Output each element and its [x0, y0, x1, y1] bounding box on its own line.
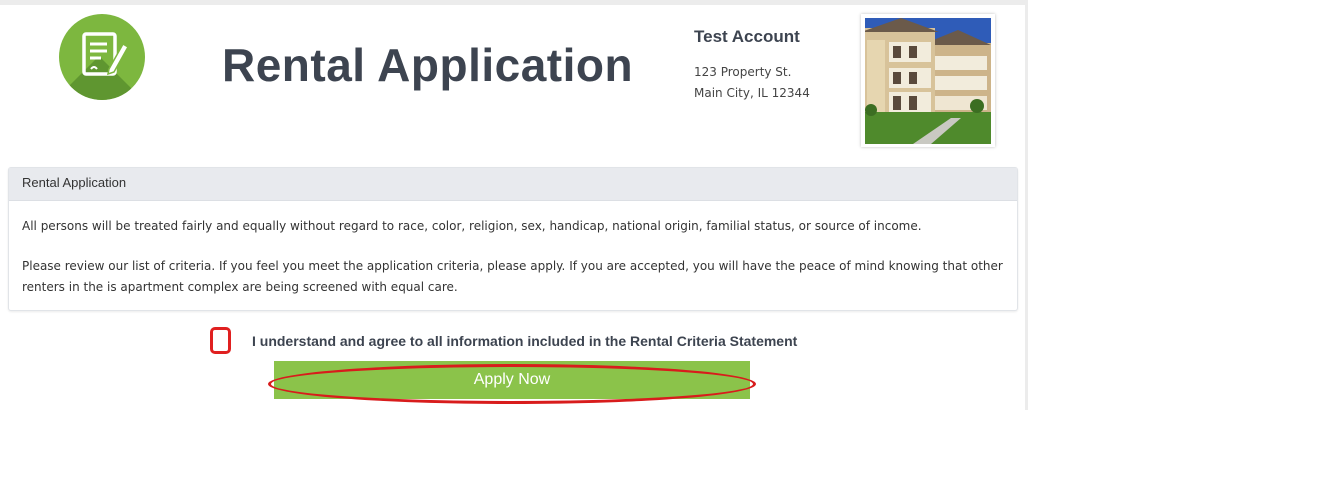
panel-body: All persons will be treated fairly and e… [9, 201, 1017, 298]
criteria-statement: Please review our list of criteria. If y… [22, 259, 1003, 294]
content-right-border [1025, 0, 1028, 410]
address-line-2: Main City, IL 12344 [694, 86, 810, 100]
agree-checkbox[interactable] [210, 327, 231, 354]
fair-housing-statement: All persons will be treated fairly and e… [22, 219, 922, 233]
property-photo [861, 14, 995, 147]
application-form-icon [59, 14, 145, 100]
top-border [0, 0, 1027, 5]
page-title: Rental Application [222, 39, 634, 91]
panel-heading: Rental Application [9, 168, 1017, 201]
account-info: Test Account 123 Property St. Main City,… [694, 27, 810, 104]
rental-application-panel: Rental Application All persons will be t… [8, 167, 1018, 311]
account-name: Test Account [694, 27, 800, 46]
address-line-1: 123 Property St. [694, 65, 792, 79]
agree-label: I understand and agree to all informatio… [252, 333, 798, 349]
apply-now-button[interactable]: Apply Now [274, 361, 750, 399]
